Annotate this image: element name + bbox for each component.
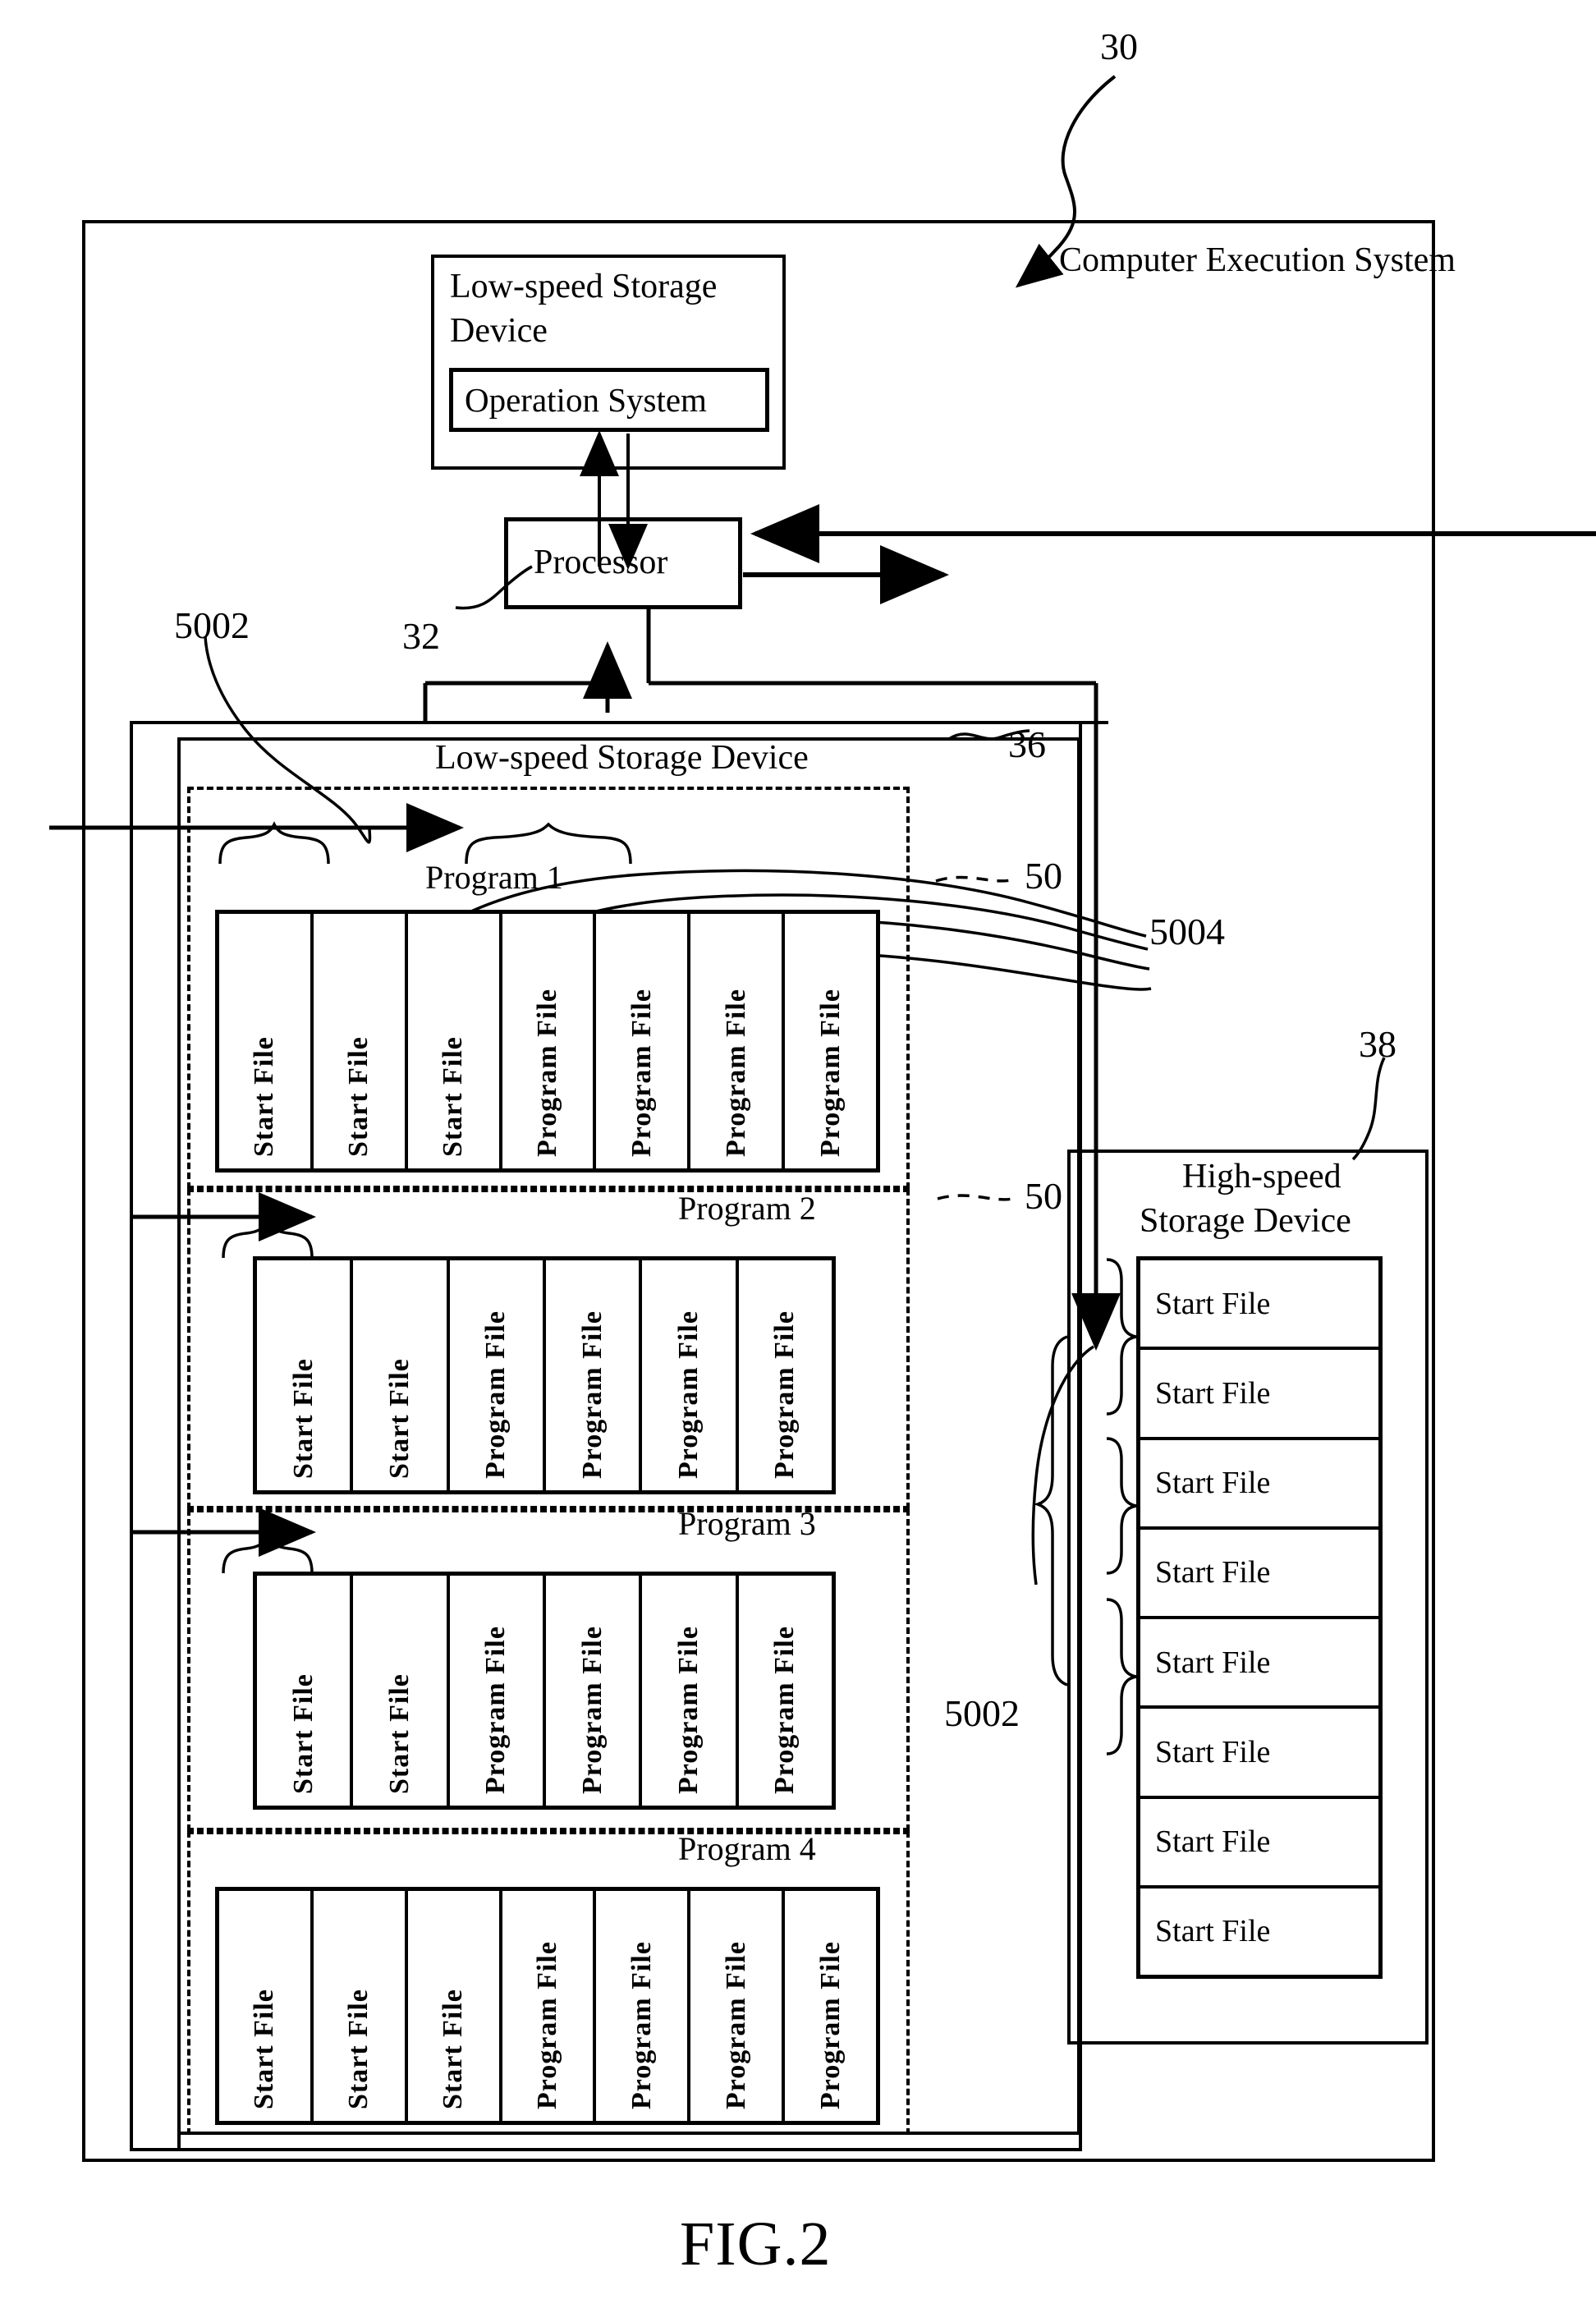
file-cell: Program File — [546, 1576, 643, 1806]
ref-50-a: 50 — [1025, 855, 1062, 897]
figure-caption: FIG.2 — [680, 2210, 832, 2279]
file-label: Program File — [672, 1310, 704, 1479]
start-file-cell: Start File — [1155, 1914, 1271, 1949]
highspeed-title-line1: High-speed — [1182, 1158, 1341, 1196]
start-file-cell: Start File — [1140, 1799, 1378, 1888]
file-cell: Program File — [596, 1891, 691, 2121]
file-label: Program File — [814, 1941, 846, 2109]
program-2-file-row: Start File Start File Program File Progr… — [253, 1256, 836, 1494]
file-label: Program File — [769, 1310, 800, 1479]
file-label: Start File — [438, 1989, 469, 2109]
ref-30: 30 — [1100, 25, 1138, 67]
lowspeed-storage-title: Low-speed Storage Device — [435, 739, 809, 777]
figure-page: Computer Execution System 30 Low-speed S… — [0, 0, 1596, 2313]
file-label: Program File — [720, 1941, 751, 2109]
file-label: Start File — [343, 1036, 374, 1157]
start-file-cell: Start File — [1140, 1530, 1378, 1619]
system-title: Computer Execution System — [1059, 241, 1456, 279]
file-cell: Program File — [739, 1576, 832, 1806]
program-1-file-row: Start File Start File Start File Program… — [215, 910, 880, 1173]
highspeed-title-line2: Storage Device — [1140, 1202, 1351, 1240]
file-label: Program File — [769, 1626, 800, 1794]
ref-36: 36 — [1008, 723, 1046, 765]
file-cell: Program File — [450, 1260, 546, 1490]
top-lowspeed-title-line1: Low-speed Storage — [450, 268, 718, 305]
file-label: Program File — [626, 1941, 657, 2109]
file-label: Start File — [287, 1673, 319, 1794]
file-label: Program File — [480, 1626, 511, 1794]
highspeed-file-stack: Start File Start File Start File Start F… — [1136, 1256, 1383, 1979]
file-cell: Start File — [257, 1576, 354, 1806]
program-4-title: Program 4 — [678, 1830, 816, 1867]
file-cell: Program File — [690, 914, 786, 1168]
ref-32: 32 — [402, 615, 440, 657]
file-cell: Start File — [219, 1891, 314, 2121]
file-label: Program File — [672, 1626, 704, 1794]
start-file-cell: Start File — [1140, 1619, 1378, 1710]
file-label: Start File — [438, 1036, 469, 1157]
start-file-cell: Start File — [1140, 1350, 1378, 1440]
file-cell: Program File — [450, 1576, 546, 1806]
processor-label: Processor — [534, 544, 668, 581]
file-label: Start File — [249, 1036, 280, 1157]
file-label: Program File — [720, 989, 751, 1157]
file-cell: Start File — [314, 1891, 408, 2121]
ref-50-b: 50 — [1025, 1175, 1062, 1217]
file-cell: Start File — [219, 914, 314, 1168]
ref-5002-highspeed: 5002 — [944, 1692, 1020, 1734]
ref-38: 38 — [1359, 1023, 1396, 1065]
operation-system-label: Operation System — [465, 381, 707, 419]
start-file-cell: Start File — [1140, 1260, 1378, 1351]
file-label: Start File — [383, 1358, 415, 1479]
file-cell: Program File — [690, 1891, 786, 2121]
file-cell: Program File — [739, 1260, 832, 1490]
file-cell: Program File — [502, 1891, 597, 2121]
file-label: Start File — [287, 1358, 319, 1479]
file-cell: Program File — [785, 914, 876, 1168]
file-label: Program File — [814, 989, 846, 1157]
file-label: Program File — [576, 1626, 608, 1794]
program-4-file-row: Start File Start File Start File Program… — [215, 1887, 880, 2125]
file-cell: Program File — [596, 914, 691, 1168]
program-1-title: Program 1 — [425, 859, 563, 896]
file-cell: Program File — [546, 1260, 643, 1490]
file-label: Start File — [383, 1673, 415, 1794]
program-3-title: Program 3 — [678, 1505, 816, 1542]
file-cell: Start File — [408, 1891, 502, 2121]
program-2-title: Program 2 — [678, 1190, 816, 1227]
file-cell: Start File — [353, 1260, 450, 1490]
file-cell: Program File — [642, 1576, 739, 1806]
ref-5002-lowspeed: 5002 — [174, 604, 250, 646]
file-cell: Start File — [353, 1576, 450, 1806]
file-cell: Start File — [314, 914, 408, 1168]
ref-5004: 5004 — [1149, 911, 1225, 952]
file-label: Program File — [532, 989, 562, 1157]
file-cell: Program File — [785, 1891, 876, 2121]
file-label: Start File — [249, 1989, 280, 2109]
file-cell: Program File — [502, 914, 597, 1168]
top-lowspeed-title-line2: Device — [450, 312, 548, 350]
file-label: Program File — [480, 1310, 511, 1479]
file-label: Program File — [532, 1941, 562, 2109]
file-cell: Program File — [642, 1260, 739, 1490]
program-3-file-row: Start File Start File Program File Progr… — [253, 1572, 836, 1810]
file-cell: Start File — [257, 1260, 354, 1490]
file-label: Program File — [576, 1310, 608, 1479]
file-cell: Start File — [408, 914, 502, 1168]
start-file-cell: Start File — [1140, 1440, 1378, 1530]
start-file-cell: Start File — [1140, 1709, 1378, 1799]
file-label: Program File — [626, 989, 657, 1157]
file-label: Start File — [343, 1989, 374, 2109]
